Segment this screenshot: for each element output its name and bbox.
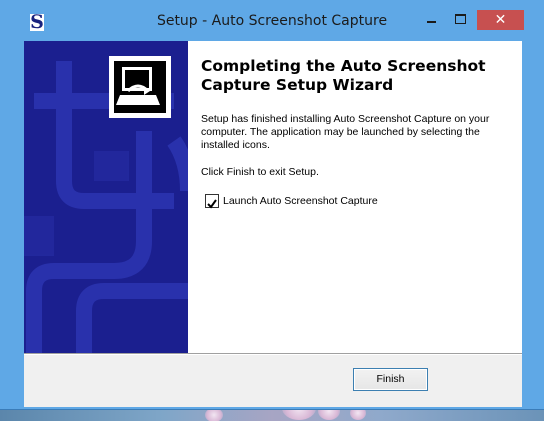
finish-button[interactable]: Finish — [353, 368, 428, 391]
wizard-banner — [24, 41, 188, 353]
minimize-button[interactable] — [418, 10, 445, 30]
wizard-heading: Completing the Auto Screenshot Capture S… — [201, 57, 486, 94]
exit-instruction: Click Finish to exit Setup. — [201, 166, 319, 178]
installer-icon-frame — [109, 56, 171, 118]
launch-checkbox[interactable] — [205, 194, 219, 209]
close-button[interactable]: ✕ — [477, 10, 524, 30]
setup-window: S Setup - Auto Screenshot Capture ✕ Comp… — [0, 0, 544, 409]
maximize-icon — [455, 14, 466, 24]
close-icon: ✕ — [494, 12, 507, 28]
title-bar[interactable]: S Setup - Auto Screenshot Capture ✕ — [0, 0, 544, 41]
wizard-client-area: Completing the Auto Screenshot Capture S… — [24, 41, 522, 407]
flower-decoration — [205, 408, 223, 421]
computer-installer-icon — [114, 61, 166, 113]
finished-description: Setup has finished installing Auto Scree… — [201, 113, 490, 151]
checkmark-icon — [207, 199, 217, 209]
wizard-content: Completing the Auto Screenshot Capture S… — [188, 41, 522, 353]
minimize-icon — [427, 21, 436, 23]
maximize-button[interactable] — [447, 10, 474, 30]
launch-checkbox-label[interactable]: Launch Auto Screenshot Capture — [223, 194, 378, 208]
footer-divider-highlight — [24, 354, 522, 355]
